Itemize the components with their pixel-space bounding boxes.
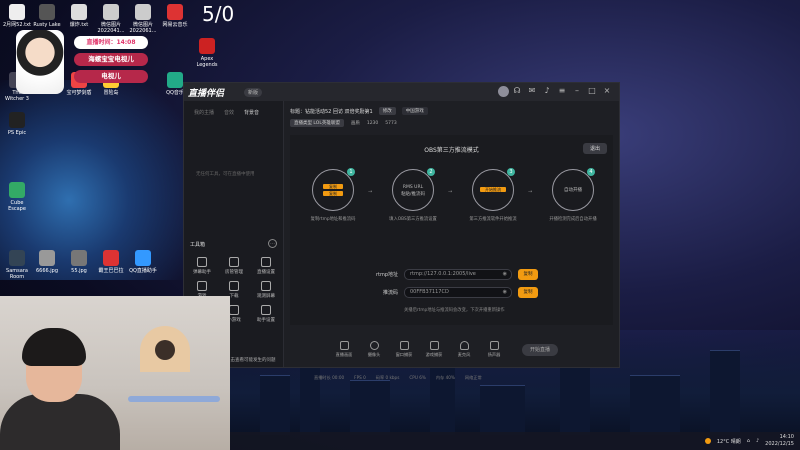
overlay-pill: 电视儿: [74, 70, 148, 83]
app-logo: 直播伴侣: [188, 89, 225, 99]
tool-observe-screen[interactable]: 观测屏幕: [252, 281, 280, 299]
rtmp-row: rtmp地址 rtmp://127.0.0.1:2005/live ◉ 复制: [360, 269, 538, 280]
live-companion-window: 直播伴侣 新版 ☊ ✉ ♪ ≡ – □ × 我的主播 音效 背景音 无任何工具，…: [183, 82, 620, 380]
desktop-icon[interactable]: Apex Legends: [192, 38, 222, 68]
desktop-icon[interactable]: 6666.jpg: [32, 250, 62, 274]
status-duration: 直播时长 00:00: [314, 375, 345, 380]
stream-key-field[interactable]: 00FFB37117CD ◉: [404, 287, 512, 298]
speaker-button[interactable]: 扬声器: [484, 341, 504, 358]
eye-icon[interactable]: ◉: [503, 288, 507, 297]
desktop-icon[interactable]: PS Epic: [2, 112, 32, 136]
step-3-desc: 第三方推流软件开始推流: [469, 217, 517, 222]
network-icon[interactable]: ⌂: [747, 438, 750, 444]
status-cpu: CPU 6%: [409, 375, 426, 380]
step-2: 2 RMS URL 粘贴/推流码: [392, 168, 435, 211]
taskbar: 12°C 晴朗 ⌂ ♪ 14:10 2022/12/15: [230, 432, 800, 450]
stream-title: 标题：钻能活动52 回访 双倍奖励第1: [290, 108, 373, 115]
headset-icon[interactable]: ☊: [513, 87, 521, 95]
shelf: [128, 396, 220, 402]
stream-key-label: 推流码: [382, 290, 398, 296]
status-memory: 内存 40%: [435, 375, 455, 380]
desktop-icon[interactable]: Cube Escape: [2, 182, 32, 212]
step-3: 3 开始推流: [472, 168, 515, 211]
desktop-icon[interactable]: 霸王巴巴拉: [96, 250, 126, 274]
system-tray: 12°C 晴朗 ⌂ ♪ 14:10 2022/12/15: [704, 434, 794, 448]
menu-icon[interactable]: ≡: [558, 87, 566, 95]
arrow-icon: →: [368, 189, 373, 195]
desktop-icon[interactable]: QQ直播助手: [128, 250, 158, 274]
weather-text[interactable]: 12°C 晴朗: [717, 438, 741, 445]
tool-helper-settings[interactable]: 助手设置: [252, 305, 280, 323]
tool-danmaku[interactable]: 弹幕助手: [188, 257, 216, 275]
minimize-icon[interactable]: –: [573, 87, 581, 95]
title-bar: 直播伴侣 新版 ☊ ✉ ♪ ≡ – □ ×: [184, 83, 619, 101]
weather-icon[interactable]: [704, 438, 711, 444]
game-capture-button[interactable]: 游戏捕获: [424, 341, 444, 358]
camera-button[interactable]: 摄像头: [364, 341, 384, 358]
gift-icon[interactable]: ✉: [528, 87, 536, 95]
tab-sound[interactable]: 音效: [224, 109, 234, 116]
avatar[interactable]: [498, 86, 509, 97]
eye-icon[interactable]: ◉: [503, 270, 507, 279]
viewer-count: 1230: [366, 120, 379, 126]
step-1: 1 复制 复制: [312, 168, 355, 211]
tool-live-settings[interactable]: 直播设置: [252, 257, 280, 275]
edit-title-button[interactable]: 修改: [378, 107, 396, 115]
person-body: [0, 394, 120, 450]
stream-overlay: 直播时间：14:08 海螺宝宝电视儿 电视儿: [12, 14, 162, 96]
live-time-badge: 直播时间：14:08: [74, 36, 148, 49]
status-network: 网络正常: [464, 375, 482, 380]
sidebar-footer-link[interactable]: 点击查看可能发生的问题: [226, 357, 276, 363]
obs-push-stage: OBS第三方推流模式 退出 1 复制 复制 复制rtmp地址和推流码 → 2 RM…: [290, 135, 613, 325]
close-icon[interactable]: ×: [603, 87, 611, 95]
webcam-feed: [0, 296, 230, 450]
arrow-icon: →: [448, 189, 453, 195]
sidebar-hint: 无任何工具，可在直播中使用: [196, 172, 255, 177]
step-1-desc: 复制rtmp地址和推流码: [310, 217, 356, 222]
exit-button[interactable]: 退出: [582, 143, 607, 154]
microphone-button[interactable]: 麦克风: [454, 341, 474, 358]
more-icon[interactable]: …: [268, 239, 277, 248]
rtmp-field[interactable]: rtmp://127.0.0.1:2005/live ◉: [404, 269, 512, 280]
person-hair: [22, 328, 86, 366]
gift-count: 5773: [385, 120, 397, 126]
bell-icon[interactable]: ♪: [543, 87, 551, 95]
clock[interactable]: 14:10 2022/12/15: [765, 434, 794, 448]
status-bitrate: 码率 0 kbps: [375, 375, 400, 380]
step-4-desc: 开播检测完成后自动开播: [549, 217, 597, 222]
arrow-icon: →: [528, 189, 533, 195]
overlay-pill: 海螺宝宝电视儿: [74, 53, 148, 66]
rtmp-label: rtmp地址: [375, 272, 398, 278]
status-bar: 直播时长 00:00 FPS 0 码率 0 kbps CPU 6% 内存 40%…: [314, 375, 609, 381]
mode-title: OBS第三方推流模式: [424, 147, 479, 154]
live-type-chip[interactable]: 直播类型 LOL英雄联盟: [290, 119, 344, 127]
key-row: 推流码 00FFB37117CD ◉ 复制: [360, 287, 538, 298]
category-select[interactable]: 中国游戏: [401, 107, 428, 115]
step-4: 4 自动开播: [552, 168, 595, 211]
cat-house: [140, 326, 190, 372]
step-2-desc: 填入OBS第三方推流设置: [389, 217, 437, 222]
bottom-toolbar: 直播画面 摄像头 窗口捕获 游戏捕获 麦克风 扬声器 开始直播: [334, 341, 609, 358]
scene-screen-button[interactable]: 直播画面: [334, 341, 354, 358]
tool-room-admin[interactable]: 房管管理: [220, 257, 248, 275]
version-badge[interactable]: 新版: [244, 88, 263, 97]
desktop-icon[interactable]: Samsara Room: [2, 250, 32, 280]
main-panel: 标题：钻能活动52 回访 双倍奖励第1 修改 中国游戏 直播类型 LOL英雄联盟…: [284, 101, 619, 380]
overlay-counter: 5/0: [202, 2, 235, 26]
status-fps: FPS 0: [354, 375, 366, 380]
window-capture-button[interactable]: 窗口捕获: [394, 341, 414, 358]
tools-title: 工具箱: [190, 242, 206, 248]
tab-anchor[interactable]: 我的主播: [194, 109, 214, 116]
desktop-icon[interactable]: 网易云音乐: [160, 4, 190, 28]
chibi-avatar: [16, 30, 64, 94]
desktop-icon[interactable]: 55.jpg: [64, 250, 94, 274]
copy-rtmp-button[interactable]: 复制: [518, 269, 538, 280]
tab-bgm[interactable]: 背景音: [244, 109, 259, 116]
start-live-button[interactable]: 开始直播: [522, 343, 558, 356]
copy-key-button[interactable]: 复制: [518, 287, 538, 298]
volume-icon[interactable]: ♪: [756, 438, 759, 444]
maximize-icon[interactable]: □: [588, 87, 596, 95]
stream-key-note: 关播后rtmp地址与推流码会改变，下次开播重新操作: [404, 308, 505, 313]
quality-label[interactable]: 画质: [351, 120, 360, 126]
